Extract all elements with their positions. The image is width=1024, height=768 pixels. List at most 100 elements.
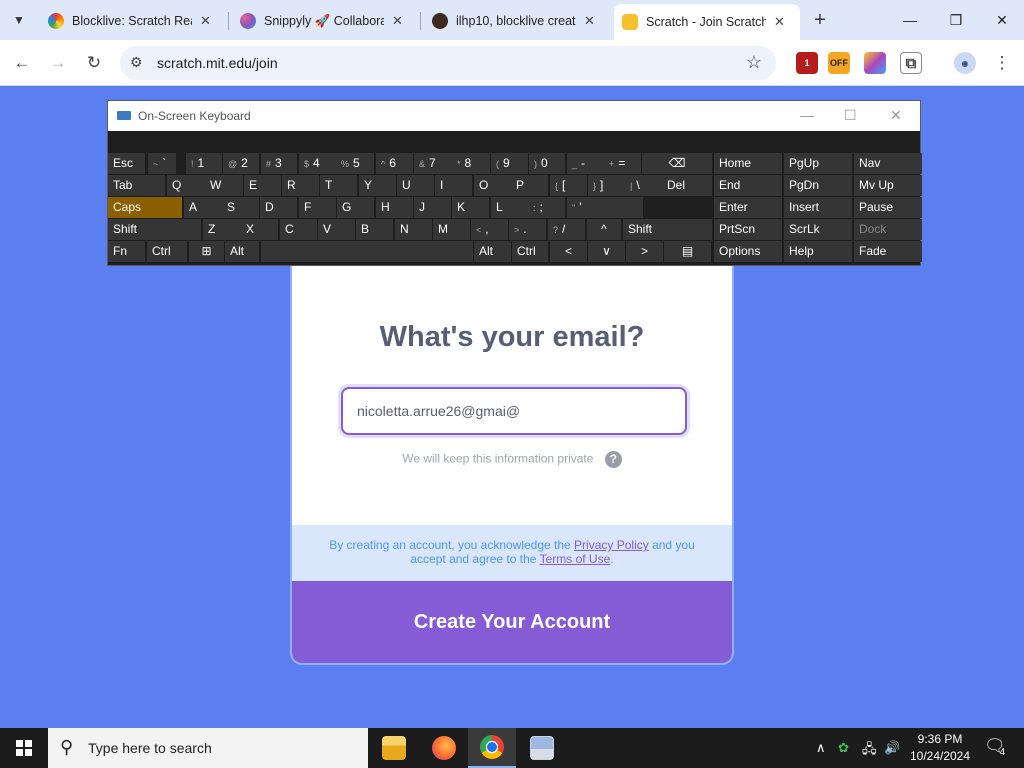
firefox-button[interactable] bbox=[420, 728, 468, 768]
off-extension-icon[interactable]: OFF bbox=[828, 52, 850, 74]
key-9[interactable]: (9 bbox=[491, 153, 528, 174]
key-symbol-0-14[interactable]: ⌫ bbox=[642, 153, 712, 174]
key-r[interactable]: R bbox=[282, 175, 319, 196]
key-space[interactable] bbox=[261, 241, 473, 262]
key-fade[interactable]: Fade bbox=[854, 241, 922, 262]
key-x[interactable]: X bbox=[241, 219, 278, 240]
key-5[interactable]: % 5 bbox=[336, 153, 374, 174]
bookmark-star-icon[interactable]: ☆ bbox=[746, 52, 762, 73]
browser-menu-button[interactable]: ⋮ bbox=[990, 51, 1014, 75]
tab-ilhp10[interactable]: ilhp10, blocklive creat ✕ bbox=[424, 6, 603, 36]
key-v[interactable]: V bbox=[318, 219, 355, 240]
key-7[interactable]: & 7 bbox=[414, 153, 452, 174]
key-shift[interactable]: Shift bbox=[623, 219, 712, 240]
key-enter[interactable]: Enter bbox=[714, 197, 782, 218]
key-e[interactable]: E bbox=[244, 175, 281, 196]
key-mvup[interactable]: Mv Up bbox=[854, 175, 922, 196]
osk-minimize-button[interactable]: — bbox=[800, 107, 814, 123]
key-symbol-2-10[interactable]: :; bbox=[528, 197, 565, 218]
key-d[interactable]: D bbox=[260, 197, 297, 218]
key-esc[interactable]: Esc bbox=[108, 153, 145, 174]
on-screen-keyboard-app-button[interactable] bbox=[518, 728, 566, 768]
puzzle-icon[interactable]: ⧉ bbox=[900, 52, 922, 74]
key-y[interactable]: Y bbox=[359, 175, 396, 196]
key-l[interactable]: L bbox=[491, 197, 528, 218]
key-q[interactable]: Q bbox=[167, 175, 205, 196]
osk-title-bar[interactable]: On-Screen Keyboard — ☐ ✕ bbox=[108, 101, 920, 131]
taskbar-search[interactable]: ⚲ Type here to search bbox=[48, 728, 368, 768]
key-symbol-0-1[interactable]: ~ ` bbox=[148, 153, 176, 174]
key-ctrl[interactable]: Ctrl bbox=[512, 241, 548, 262]
key-shift[interactable]: Shift bbox=[108, 219, 201, 240]
site-info-icon[interactable]: ⚙ bbox=[130, 54, 143, 71]
key-symbol-2-11[interactable]: " ' bbox=[567, 197, 643, 218]
close-tab-icon[interactable]: ✕ bbox=[392, 13, 403, 29]
key-ctrl[interactable]: Ctrl bbox=[147, 241, 187, 262]
minimize-window-button[interactable]: — bbox=[890, 6, 930, 34]
key-0[interactable]: ) 0 bbox=[529, 153, 565, 174]
key-nav[interactable]: Nav bbox=[854, 153, 922, 174]
key-i[interactable]: I bbox=[435, 175, 472, 196]
key-scrlk[interactable]: ScrLk bbox=[784, 219, 852, 240]
key-z[interactable]: Z bbox=[203, 219, 241, 240]
osk-maximize-button[interactable]: ☐ bbox=[844, 107, 857, 124]
key-prtscn[interactable]: PrtScn bbox=[714, 219, 782, 240]
notifications-button[interactable]: 🗨4 bbox=[984, 736, 1011, 758]
key-p[interactable]: P bbox=[511, 175, 548, 196]
back-button[interactable]: ← bbox=[10, 51, 34, 75]
key-symbol-4-8[interactable]: ∨ bbox=[588, 241, 625, 262]
restore-window-button[interactable]: ❐ bbox=[936, 6, 976, 34]
key-symbol-4-9[interactable]: > bbox=[626, 241, 663, 262]
email-field[interactable] bbox=[341, 387, 687, 435]
key-symbol-1-12[interactable]: }] bbox=[588, 175, 625, 196]
key-symbol-3-8[interactable]: <, bbox=[471, 219, 508, 240]
key-fn[interactable]: Fn bbox=[108, 241, 145, 262]
key-symbol-4-2[interactable]: ⊞ bbox=[189, 241, 224, 262]
volume-icon[interactable]: 🔊 bbox=[884, 740, 900, 756]
key-options[interactable]: Options bbox=[714, 241, 782, 262]
reload-button[interactable]: ↻ bbox=[82, 51, 106, 75]
profile-avatar-icon[interactable]: ● bbox=[954, 52, 976, 74]
key-end[interactable]: End bbox=[714, 175, 782, 196]
key-g[interactable]: G bbox=[337, 197, 374, 218]
key-pgup[interactable]: PgUp bbox=[784, 153, 852, 174]
osk-close-button[interactable]: ✕ bbox=[890, 107, 902, 124]
new-tab-button[interactable]: + bbox=[810, 8, 830, 32]
key-caps[interactable]: Caps bbox=[108, 197, 182, 218]
key-symbol-1-11[interactable]: {[ bbox=[550, 175, 587, 196]
app-tray-icon[interactable]: ✿ bbox=[838, 740, 849, 756]
key-alt[interactable]: Alt bbox=[225, 241, 259, 262]
key-2[interactable]: @2 bbox=[223, 153, 259, 174]
forward-button[interactable]: → bbox=[46, 51, 70, 75]
key-del[interactable]: Del bbox=[662, 175, 712, 196]
key-symbol-3-11[interactable]: ^ bbox=[587, 219, 621, 240]
key-j[interactable]: J bbox=[414, 197, 451, 218]
show-hidden-icons-button[interactable]: ∧ bbox=[816, 740, 826, 756]
key-w[interactable]: W bbox=[205, 175, 243, 196]
key-symbol-3-9[interactable]: >. bbox=[509, 219, 546, 240]
close-tab-icon[interactable]: ✕ bbox=[774, 14, 785, 30]
key-pause[interactable]: Pause bbox=[854, 197, 922, 218]
privacy-policy-link[interactable]: Privacy Policy bbox=[574, 538, 649, 552]
close-tab-icon[interactable]: ✕ bbox=[200, 13, 211, 29]
key-symbol-3-10[interactable]: ? / bbox=[548, 219, 585, 240]
start-button[interactable] bbox=[0, 728, 48, 768]
key-symbol-0-12[interactable]: _ - bbox=[567, 153, 604, 174]
key-symbol-0-13[interactable]: + = bbox=[604, 153, 641, 174]
key-o[interactable]: O bbox=[474, 175, 511, 196]
key-f[interactable]: F bbox=[299, 197, 336, 218]
key-help[interactable]: Help bbox=[784, 241, 852, 262]
key-k[interactable]: K bbox=[452, 197, 489, 218]
network-icon[interactable]: 🖧 bbox=[862, 740, 877, 762]
address-bar[interactable]: ⚙ scratch.mit.edu/join ☆ bbox=[120, 46, 776, 80]
close-window-button[interactable]: ✕ bbox=[982, 6, 1022, 34]
create-account-button[interactable]: Create Your Account bbox=[292, 581, 732, 663]
key-alt[interactable]: Alt bbox=[474, 241, 511, 262]
key-c[interactable]: C bbox=[280, 219, 317, 240]
chrome-button[interactable] bbox=[468, 728, 516, 768]
close-tab-icon[interactable]: ✕ bbox=[584, 13, 595, 29]
tab-snippyly[interactable]: Snippyly 🚀 Collabora ✕ bbox=[232, 6, 411, 36]
key-insert[interactable]: Insert bbox=[784, 197, 852, 218]
key-tab[interactable]: Tab bbox=[108, 175, 165, 196]
key-pgdn[interactable]: PgDn bbox=[784, 175, 852, 196]
